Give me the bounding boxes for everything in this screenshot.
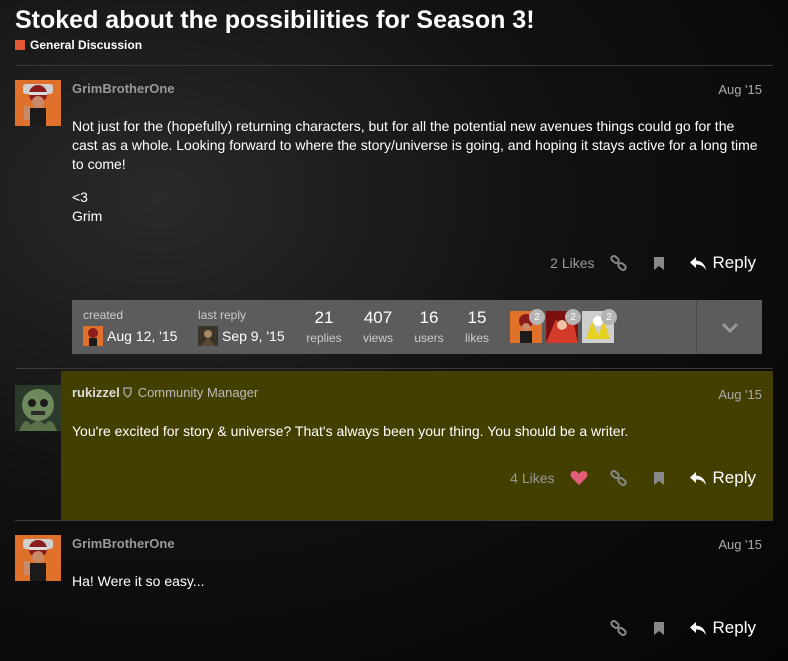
link-icon[interactable]: [599, 248, 639, 278]
post-author: rukizzel Community Manager: [72, 385, 258, 400]
last-reply-avatar: [198, 326, 218, 346]
post-date[interactable]: Aug '15: [718, 387, 762, 402]
shield-icon: [123, 387, 132, 398]
post-username[interactable]: GrimBrotherOne: [72, 81, 175, 96]
post-username[interactable]: rukizzel: [72, 385, 120, 400]
post-date[interactable]: Aug '15: [718, 537, 762, 552]
reply-button[interactable]: Reply: [679, 618, 766, 638]
participant-post-count: 2: [565, 309, 581, 325]
user-title: Community Manager: [137, 385, 259, 400]
topic-summary: created Aug 12, '15 last reply Sep 9, '1…: [72, 300, 762, 354]
reply-arrow-icon: [689, 471, 706, 485]
stat-likes: 15 likes: [457, 308, 497, 345]
reply-arrow-icon: [689, 621, 706, 635]
post-username[interactable]: GrimBrotherOne: [72, 536, 175, 551]
category-label: General Discussion: [30, 38, 143, 52]
like-count[interactable]: 4 Likes: [510, 470, 554, 486]
bookmark-icon[interactable]: [639, 248, 679, 278]
post-paragraph: <3: [72, 189, 88, 205]
avatar-rukizzel[interactable]: [15, 385, 61, 431]
post-signature: Grim: [72, 208, 103, 224]
post-date[interactable]: Aug '15: [718, 82, 762, 97]
post-actions: 4 Likes Reply: [510, 463, 766, 493]
post-body: Ha! Were it so easy...: [72, 573, 205, 589]
created-date: Aug 12, '15: [107, 328, 178, 344]
bookmark-icon[interactable]: [639, 463, 679, 493]
category-color-swatch: [15, 40, 25, 50]
divider: [15, 65, 773, 66]
reply-button[interactable]: Reply: [679, 468, 766, 488]
bookmark-icon[interactable]: [639, 613, 679, 643]
post-body: You're excited for story & universe? Tha…: [72, 423, 629, 439]
divider: [15, 368, 773, 369]
last-reply-label: last reply: [198, 308, 247, 322]
participant-avatar[interactable]: 2: [510, 309, 545, 343]
stat-number: 15: [467, 308, 487, 327]
stat-users: 16 users: [409, 308, 449, 345]
stat-label: users: [414, 331, 444, 345]
stat-number: 16: [419, 308, 439, 327]
reply-label: Reply: [712, 253, 756, 272]
participant-post-count: 2: [529, 309, 545, 325]
like-count[interactable]: 2 Likes: [550, 255, 594, 271]
avatar-grimbrotherone[interactable]: [15, 80, 61, 126]
created-avatar: [83, 326, 103, 346]
reply-label: Reply: [712, 468, 756, 487]
topic-title[interactable]: Stoked about the possibilities for Seaso…: [15, 6, 535, 35]
post-actions: Reply: [599, 613, 766, 643]
post-paragraph: Not just for the (hopefully) returning c…: [72, 118, 758, 172]
stat-label: views: [362, 331, 393, 345]
link-icon[interactable]: [599, 463, 639, 493]
avatar-grimbrotherone[interactable]: [15, 535, 61, 581]
participant-avatar[interactable]: 2: [546, 309, 581, 343]
stat-label: likes: [464, 331, 489, 345]
stat-number: 21: [314, 308, 334, 327]
stat-number: 407: [363, 308, 393, 327]
link-icon[interactable]: [599, 613, 639, 643]
heart-icon[interactable]: [559, 463, 599, 493]
created-info[interactable]: created Aug 12, '15: [83, 308, 177, 346]
stat-views: 407 views: [358, 308, 398, 345]
created-label: created: [83, 308, 124, 322]
participant-avatar[interactable]: 2: [582, 309, 617, 343]
post-body: Not just for the (hopefully) returning c…: [72, 117, 762, 226]
reply-arrow-icon: [689, 256, 706, 270]
expand-summary-button[interactable]: [696, 300, 763, 354]
category-badge[interactable]: General Discussion: [15, 38, 142, 52]
last-reply-info[interactable]: last reply Sep 9, '15: [198, 308, 285, 346]
stat-label: replies: [306, 331, 342, 345]
last-reply-date: Sep 9, '15: [222, 328, 285, 344]
reply-label: Reply: [712, 618, 756, 637]
divider: [15, 520, 773, 521]
reply-button[interactable]: Reply: [679, 253, 766, 273]
post-actions: 2 Likes Reply: [550, 248, 766, 278]
chevron-down-icon: [721, 322, 739, 333]
stat-replies: 21 replies: [304, 308, 344, 345]
participant-post-count: 2: [601, 309, 617, 325]
